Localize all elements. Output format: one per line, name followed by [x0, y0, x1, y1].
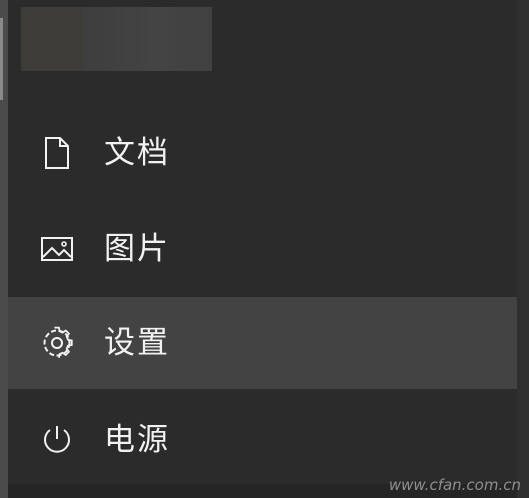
- menu-item-settings-label: 设置: [104, 324, 170, 361]
- picture-icon: [38, 230, 76, 268]
- menu-item-documents-label: 文档: [104, 134, 170, 171]
- menu-item-documents[interactable]: 文档: [8, 107, 517, 199]
- power-icon: [38, 421, 76, 459]
- watermark: www.cfan.com.cn: [388, 476, 521, 494]
- document-icon: [38, 134, 76, 172]
- gear-icon: [38, 324, 76, 362]
- menu-item-power[interactable]: 电源: [8, 394, 517, 486]
- window-right-edge: [517, 0, 529, 498]
- menu-item-power-label: 电源: [104, 421, 170, 458]
- menu-item-settings[interactable]: 设置: [8, 297, 517, 389]
- user-account-tile[interactable]: [21, 7, 212, 71]
- menu-item-pictures[interactable]: 图片: [8, 203, 517, 295]
- scrollbar-thumb[interactable]: [0, 18, 3, 100]
- menu-item-pictures-label: 图片: [104, 230, 170, 267]
- start-menu-sidebar: 文档 图片 设置 电源: [8, 0, 517, 498]
